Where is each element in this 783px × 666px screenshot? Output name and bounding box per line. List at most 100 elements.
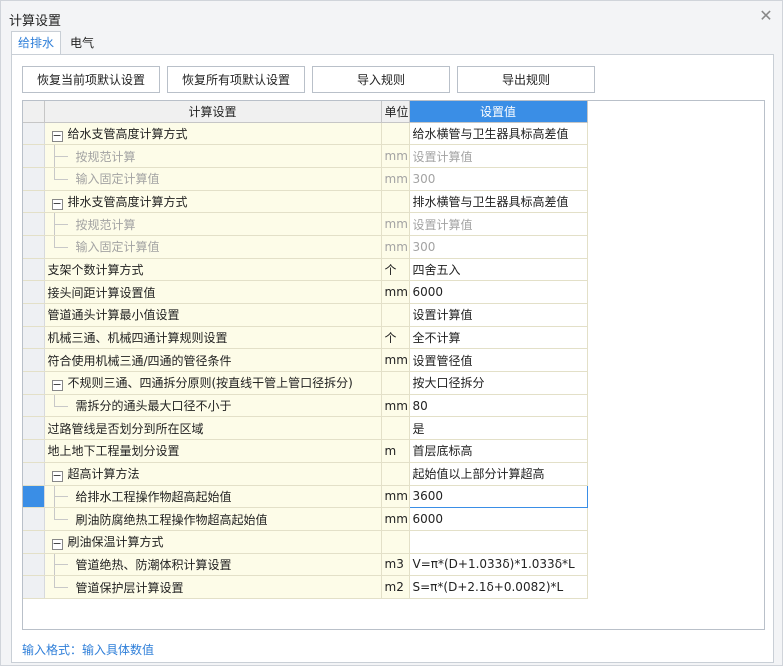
setting-name: 机械三通、机械四通计算规则设置 — [44, 326, 382, 350]
table-row[interactable]: 需拆分的通头最大口径不小于 mm 80 — [23, 394, 588, 418]
setting-name: 给水支管高度计算方式 — [67, 126, 188, 141]
setting-value[interactable]: 设置计算值 — [409, 212, 588, 236]
import-rules-button[interactable]: 导入规则 — [312, 66, 450, 93]
table-row[interactable]: − 超高计算方法 起始值以上部分计算超高 — [23, 462, 588, 486]
collapse-icon[interactable]: − — [51, 379, 63, 392]
setting-name: 过路管线是否划分到所在区域 — [44, 416, 382, 441]
tab-panel: 恢复当前项默认设置 恢复所有项默认设置 导入规则 导出规则 计算设置 单位 设置… — [11, 54, 774, 663]
toolbar: 恢复当前项默认设置 恢复所有项默认设置 导入规则 导出规则 — [22, 66, 595, 93]
collapse-icon[interactable]: − — [51, 198, 63, 210]
setting-unit: mm — [381, 507, 410, 531]
setting-unit: m — [381, 439, 410, 463]
setting-value[interactable]: 80 — [409, 394, 588, 418]
setting-value[interactable]: 首层底标高 — [409, 439, 588, 463]
setting-value[interactable]: 起始值以上部分计算超高 — [409, 462, 588, 486]
row-selector[interactable] — [23, 553, 45, 577]
close-icon[interactable]: ✕ — [756, 5, 776, 25]
setting-name: 刷油防腐绝热工程操作物超高起始值 — [75, 512, 268, 527]
row-selector[interactable] — [23, 462, 45, 486]
setting-value-input[interactable]: 3600 — [408, 484, 588, 509]
row-selector[interactable] — [23, 326, 45, 350]
setting-value[interactable]: 设置管径值 — [409, 348, 588, 373]
row-selector[interactable] — [23, 507, 45, 531]
setting-unit: mm — [381, 348, 410, 373]
table-row[interactable]: 管道通头计算最小值设置 设置计算值 — [23, 303, 588, 327]
setting-value[interactable]: 6000 — [409, 507, 588, 531]
row-selector[interactable] — [23, 416, 45, 441]
table-row[interactable]: 支架个数计算方式 个 四舍五入 — [23, 258, 588, 282]
setting-value[interactable]: S=π*(D+2.1δ+0.0082)*L — [409, 575, 588, 599]
row-selector[interactable] — [23, 575, 45, 599]
table-row[interactable]: 过路管线是否划分到所在区域 是 — [23, 416, 588, 441]
row-selector[interactable] — [23, 280, 45, 304]
tab-water-supply-drainage[interactable]: 给排水 — [11, 31, 62, 55]
table-row[interactable]: 管道绝热、防潮体积计算设置 m3 V=π*(D+1.033δ)*1.033δ*L — [23, 553, 588, 577]
collapse-icon[interactable]: − — [51, 470, 63, 483]
table-row[interactable]: 刷油防腐绝热工程操作物超高起始值 mm 6000 — [23, 507, 588, 531]
row-selector[interactable] — [23, 212, 45, 236]
row-selector[interactable] — [23, 439, 45, 463]
collapse-icon[interactable]: − — [51, 538, 63, 551]
table-row[interactable]: 按规范计算 mm 设置计算值 — [23, 212, 588, 236]
row-selector[interactable] — [23, 530, 45, 554]
setting-unit: mm — [381, 485, 410, 509]
row-selector[interactable] — [23, 190, 45, 214]
setting-value[interactable]: 全不计算 — [409, 326, 588, 350]
restore-all-default-button[interactable]: 恢复所有项默认设置 — [167, 66, 305, 93]
tab-bar: 给排水 电气 — [11, 31, 103, 55]
table-row[interactable]: 机械三通、机械四通计算规则设置 个 全不计算 — [23, 326, 588, 350]
table-row[interactable]: 输入固定计算值 mm 300 — [23, 235, 588, 259]
setting-value[interactable]: 300 — [409, 235, 588, 259]
setting-unit: m3 — [381, 553, 410, 577]
setting-value[interactable] — [409, 530, 588, 554]
table-row[interactable]: 按规范计算 mm 设置计算值 — [23, 144, 588, 168]
setting-unit: mm — [381, 394, 410, 418]
setting-value[interactable]: 300 — [409, 167, 588, 191]
export-rules-button[interactable]: 导出规则 — [457, 66, 595, 93]
column-header-name[interactable]: 计算设置 — [44, 101, 382, 123]
setting-unit: mm — [381, 167, 410, 191]
setting-unit: 个 — [381, 258, 410, 282]
setting-unit — [381, 303, 410, 327]
setting-value[interactable]: 6000 — [409, 280, 588, 304]
tab-electrical[interactable]: 电气 — [63, 31, 101, 55]
collapse-icon[interactable]: − — [51, 130, 63, 142]
table-row-current[interactable]: 给排水工程操作物超高起始值 mm 3600 — [23, 484, 588, 509]
setting-value[interactable]: 设置计算值 — [409, 303, 588, 327]
setting-value[interactable]: 排水横管与卫生器具标高差值 — [409, 190, 588, 214]
setting-unit: mm — [381, 235, 410, 259]
restore-current-default-button[interactable]: 恢复当前项默认设置 — [22, 66, 160, 93]
row-selector[interactable] — [23, 258, 45, 282]
table-row[interactable]: 地上地下工程量划分设置 m 首层底标高 — [23, 439, 588, 463]
row-selector[interactable] — [23, 167, 45, 191]
row-selector-current[interactable] — [23, 485, 45, 509]
row-selector[interactable] — [23, 371, 45, 395]
column-header-value[interactable]: 设置值 — [409, 101, 588, 123]
row-selector[interactable] — [23, 348, 45, 373]
column-header-unit[interactable]: 单位 — [381, 101, 410, 123]
table-row[interactable]: − 给水支管高度计算方式 给水横管与卫生器具标高差值 — [23, 122, 588, 146]
table-row[interactable]: 输入固定计算值 mm 300 — [23, 167, 588, 191]
setting-name: 管道保护层计算设置 — [75, 580, 184, 595]
setting-value[interactable]: 设置计算值 — [409, 144, 588, 168]
table-row[interactable]: − 不规则三通、四通拆分原则(按直线干管上管口径拆分) 按大口径拆分 — [23, 371, 588, 395]
setting-name: 地上地下工程量划分设置 — [44, 439, 382, 463]
table-row[interactable]: 接头间距计算设置值 mm 6000 — [23, 280, 588, 304]
setting-name: 排水支管高度计算方式 — [67, 194, 188, 209]
setting-value[interactable]: 给水横管与卫生器具标高差值 — [409, 122, 588, 146]
setting-unit: mm — [381, 280, 410, 304]
setting-value[interactable]: 是 — [409, 416, 588, 441]
table-row[interactable]: 管道保护层计算设置 m2 S=π*(D+2.1δ+0.0082)*L — [23, 575, 588, 599]
row-selector[interactable] — [23, 235, 45, 259]
table-row[interactable]: − 排水支管高度计算方式 排水横管与卫生器具标高差值 — [23, 190, 588, 214]
setting-unit: mm — [381, 144, 410, 168]
setting-value[interactable]: 四舍五入 — [409, 258, 588, 282]
setting-value[interactable]: V=π*(D+1.033δ)*1.033δ*L — [409, 553, 588, 577]
row-selector[interactable] — [23, 122, 45, 146]
setting-value[interactable]: 按大口径拆分 — [409, 371, 588, 395]
row-selector[interactable] — [23, 394, 45, 418]
table-row[interactable]: 符合使用机械三通/四通的管径条件 mm 设置管径值 — [23, 348, 588, 373]
row-selector[interactable] — [23, 303, 45, 327]
table-row[interactable]: − 刷油保温计算方式 — [23, 530, 588, 554]
row-selector[interactable] — [23, 144, 45, 168]
